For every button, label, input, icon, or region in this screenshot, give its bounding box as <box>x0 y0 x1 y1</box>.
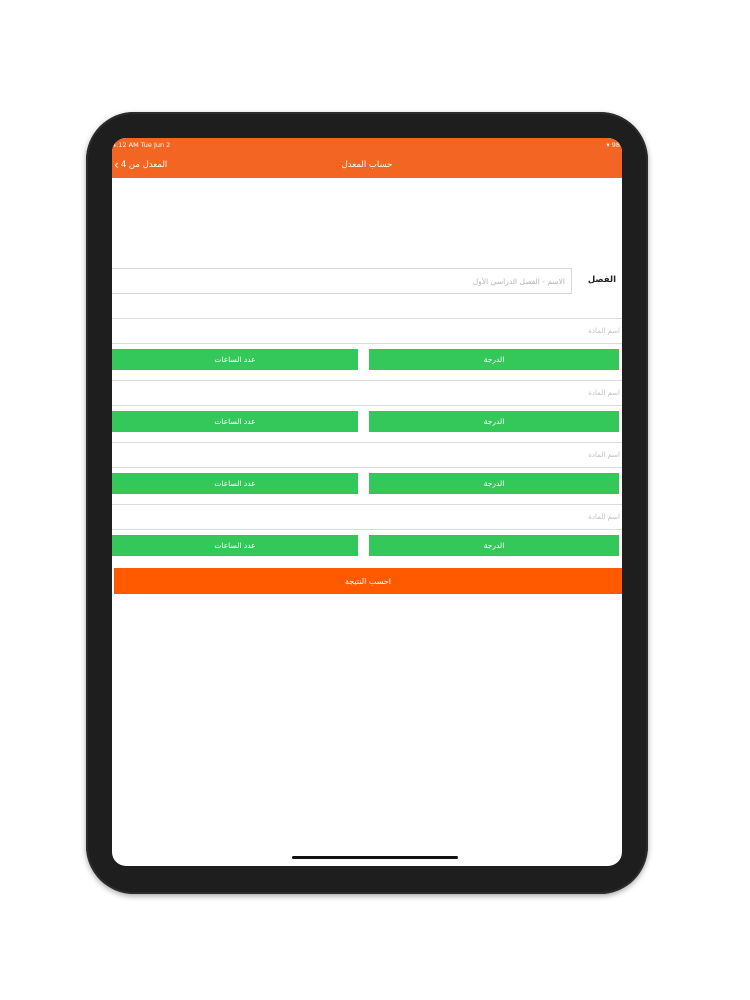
subject-name-input-2[interactable] <box>112 380 622 406</box>
grade-button-3[interactable]: الدرجة <box>369 473 619 494</box>
wifi-icon: ▾ <box>606 141 610 149</box>
subject-name-input-3[interactable] <box>112 442 622 468</box>
status-bar: 4:12 AM Tue Jun 2 ▾ 98 <box>112 138 622 152</box>
semester-label: الفصل <box>587 275 616 285</box>
home-indicator <box>292 856 458 859</box>
calculate-result-button[interactable]: احسب النتيجة <box>114 568 622 594</box>
grade-button-2[interactable]: الدرجة <box>369 411 619 432</box>
subject-name-input-4[interactable] <box>112 504 622 530</box>
grade-button-1[interactable]: الدرجة <box>369 349 619 370</box>
hours-button-1[interactable]: عدد الساعات <box>112 349 358 370</box>
hours-button-3[interactable]: عدد الساعات <box>112 473 358 494</box>
app-screen: 4:12 AM Tue Jun 2 ▾ 98 ‹ المعدل من 4 حسا… <box>112 138 622 866</box>
status-time: 4:12 AM Tue Jun 2 <box>112 141 171 149</box>
battery-level: 98 <box>611 141 620 149</box>
semester-name-input[interactable] <box>112 268 572 294</box>
navigation-bar: ‹ المعدل من 4 حساب المعدل <box>112 152 622 178</box>
grade-button-4[interactable]: الدرجة <box>369 535 619 556</box>
subject-name-input-1[interactable] <box>112 318 622 344</box>
hours-button-2[interactable]: عدد الساعات <box>112 411 358 432</box>
status-indicators: ▾ 98 <box>606 138 620 152</box>
hours-button-4[interactable]: عدد الساعات <box>112 535 358 556</box>
page-title: حساب المعدل <box>341 160 393 170</box>
